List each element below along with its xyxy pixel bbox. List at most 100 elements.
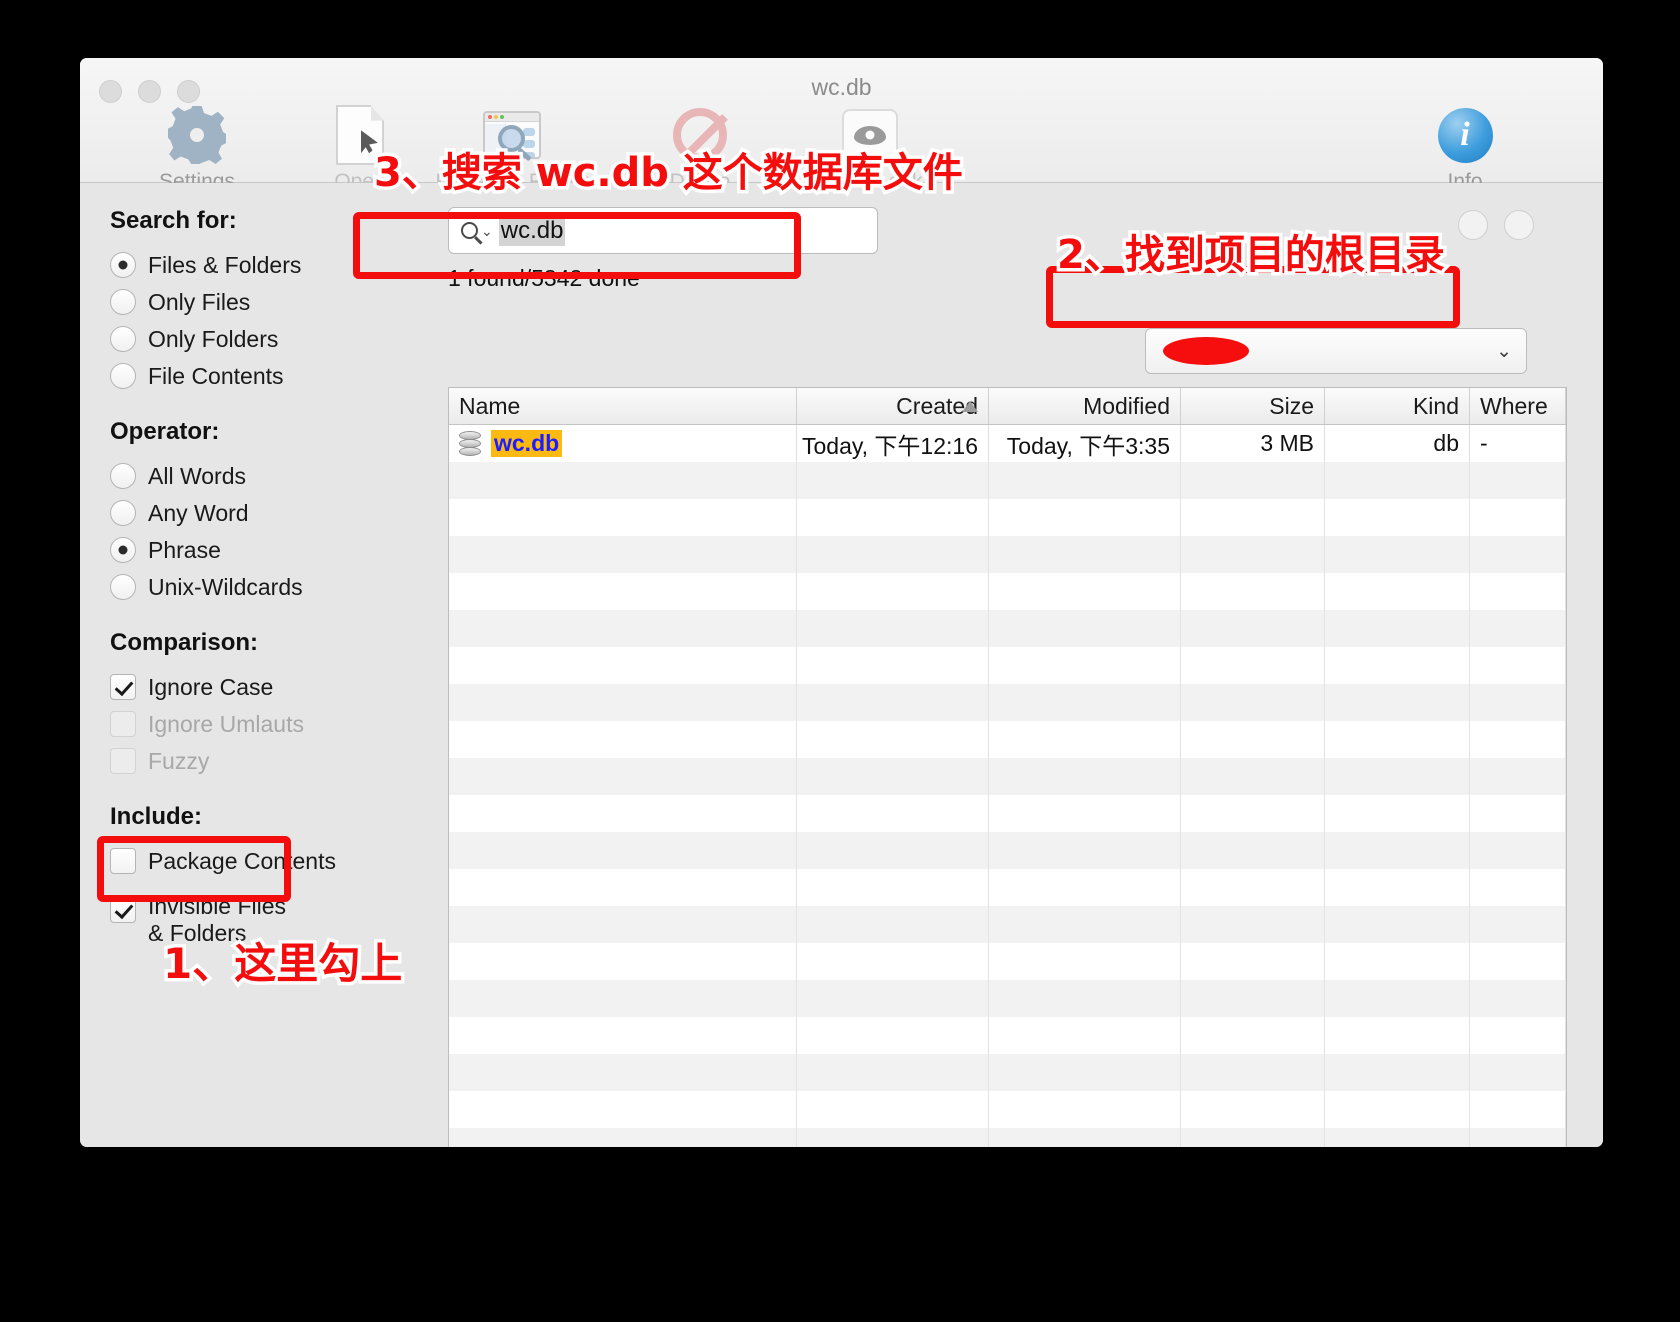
cell-empty [1181,499,1325,536]
cell-empty [1470,943,1566,980]
toolbar-button-settings[interactable]: Settings [132,106,262,194]
radio-only-files[interactable]: Only Files [110,286,368,318]
cell-empty [1325,906,1470,943]
cell-empty [1470,1017,1566,1054]
radio-label: All Words [148,462,246,489]
radio-file-contents[interactable]: File Contents [110,360,368,392]
radio-only-folders[interactable]: Only Folders [110,323,368,355]
cell-empty [797,795,989,832]
cell-empty [1181,795,1325,832]
table-row-empty [449,1054,1566,1091]
cell-empty [797,980,989,1017]
table-row-empty [449,610,1566,647]
cell-empty [449,684,797,721]
cell-empty [1325,610,1470,647]
screenshot-stage: wc.db Settings Open Reveal in Finder Del… [0,0,1680,1322]
cell-empty [989,499,1181,536]
cell-empty [1470,1128,1566,1147]
radio-files-and-folders[interactable]: Files & Folders [110,249,368,281]
cell-empty [449,462,797,499]
cell-empty [1470,573,1566,610]
empty-rows-container [449,462,1566,1147]
column-header-kind[interactable]: Kind [1325,388,1470,424]
search-input[interactable]: ⌄ wc.db [448,207,878,254]
column-header-created[interactable]: Created [797,388,989,424]
cell-empty [449,795,797,832]
cell-empty [449,832,797,869]
cell-empty [1181,684,1325,721]
cell-empty [797,1128,989,1147]
column-header-modified[interactable]: Modified [989,388,1181,424]
column-header-size[interactable]: Size [1181,388,1325,424]
checkbox-ignore-case[interactable]: Ignore Case [110,671,368,703]
cell-empty [989,980,1181,1017]
clear-search-button[interactable] [1458,210,1488,240]
results-table: Name Created Modified Size Kind Where wc… [448,387,1567,1147]
cell-empty [449,647,797,684]
radio-phrase[interactable]: Phrase [110,534,368,566]
cell-empty [1470,536,1566,573]
search-input-value: wc.db [498,215,566,246]
table-row-empty [449,647,1566,684]
cell-empty [1325,684,1470,721]
checkbox-indicator [110,848,136,874]
cell-empty [1181,721,1325,758]
cell-empty [1181,758,1325,795]
cell-empty [1325,721,1470,758]
cell-empty [449,499,797,536]
radio-label: Phrase [148,536,221,563]
cell-empty [1181,1054,1325,1091]
radio-label: File Contents [148,362,284,389]
checkbox-label: Package Contents [148,847,336,874]
cell-empty [1325,536,1470,573]
cell-empty [1181,869,1325,906]
cell-empty [797,684,989,721]
cell-empty [1181,573,1325,610]
cell-empty [989,573,1181,610]
radio-unix-wildcards[interactable]: Unix-Wildcards [110,571,368,603]
cell-empty [1325,647,1470,684]
info-circle-icon: i [1400,106,1530,164]
cell-empty [989,1054,1181,1091]
table-row-empty [449,832,1566,869]
start-search-button[interactable] [1504,210,1534,240]
checkbox-indicator [110,711,136,737]
table-row-empty [449,1091,1566,1128]
cell-empty [449,1017,797,1054]
radio-indicator [110,363,136,389]
table-row-empty [449,499,1566,536]
column-header-where[interactable]: Where [1470,388,1566,424]
group-title-search-for: Search for: [110,207,237,234]
cell-empty [1181,832,1325,869]
cell-empty [449,1128,797,1147]
radio-all-words[interactable]: All Words [110,460,368,492]
cell-empty [989,1128,1181,1147]
cell-empty [1325,573,1470,610]
chevron-down-icon[interactable]: ⌄ [481,224,493,238]
cell-empty [449,536,797,573]
cell-empty [449,943,797,980]
group-title-include: Include: [110,803,203,830]
search-scope-dropdown[interactable]: ⌄ [1145,328,1527,374]
window-body: Search for: Files & Folders Only Files O… [80,183,1603,1147]
table-row-empty [449,684,1566,721]
annotation-text-2-fill: 2、找到项目的根目录 [1057,232,1445,278]
cell-name-text: wc.db [491,430,563,457]
checkbox-package-contents[interactable]: Package Contents [110,845,368,877]
table-row-empty [449,795,1566,832]
cell-empty [989,795,1181,832]
cell-empty [1470,1091,1566,1128]
cell-empty [1325,758,1470,795]
radio-any-word[interactable]: Any Word [110,497,368,529]
column-header-name[interactable]: Name [449,388,797,424]
cell-empty [989,684,1181,721]
radio-indicator [110,463,136,489]
toolbar-button-info[interactable]: i Info [1400,106,1530,194]
cell-empty [989,647,1181,684]
table-row-empty [449,758,1566,795]
cell-empty [449,721,797,758]
table-row-empty [449,462,1566,499]
cell-empty [797,610,989,647]
table-row[interactable]: wc.db Today, 下午12:16 Today, 下午3:35 3 MB … [449,425,1566,462]
cell-empty [1325,499,1470,536]
